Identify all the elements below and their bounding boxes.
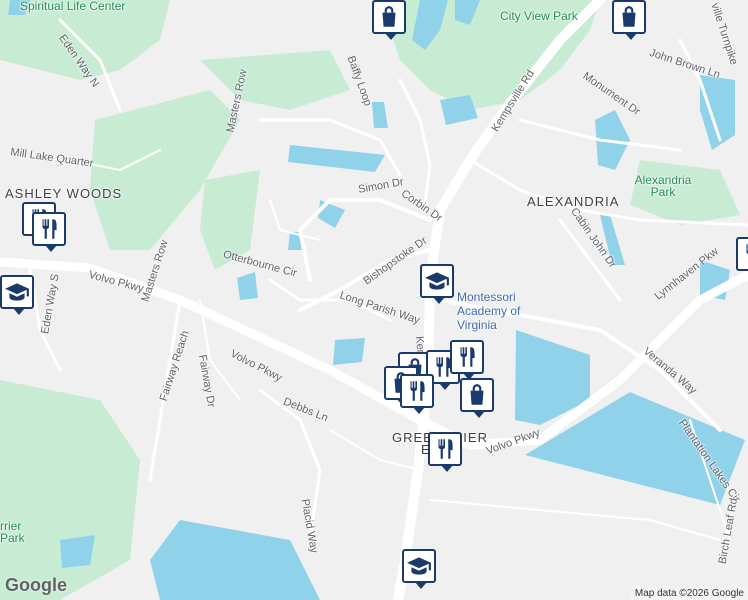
- shopping-bag-icon: [470, 384, 484, 405]
- google-logo[interactable]: Google: [5, 575, 67, 596]
- map-canvas[interactable]: ASHLEY WOODS ALEXANDRIA GREENBRIER EAST …: [0, 0, 748, 600]
- restaurant-marker[interactable]: [32, 212, 66, 252]
- area-label-ashley-woods: ASHLEY WOODS: [5, 186, 123, 201]
- poi-label-montessori[interactable]: Montessori Academy of Virginia: [457, 290, 553, 332]
- school-marker[interactable]: [402, 549, 436, 589]
- restaurant-marker[interactable]: [400, 374, 434, 414]
- area-label-alexandria: ALEXANDRIA: [527, 194, 620, 209]
- shopping-marker[interactable]: [372, 0, 406, 40]
- restaurant-icon: [410, 381, 425, 401]
- shopping-bag-icon: [622, 6, 636, 27]
- park-label-spiritual-life-center[interactable]: Spiritual Life Center: [20, 0, 125, 12]
- restaurant-icon: [746, 244, 748, 254]
- school-icon: [5, 283, 29, 301]
- park-label-terrier[interactable]: rrier Park: [0, 520, 26, 544]
- map-attribution[interactable]: Map data ©2026 Google: [630, 587, 748, 600]
- shopping-bag-icon: [382, 6, 396, 27]
- school-icon: [407, 557, 431, 575]
- park-label-city-view[interactable]: City View Park: [500, 10, 578, 22]
- restaurant-icon: [460, 347, 475, 367]
- restaurant-marker[interactable]: [736, 237, 748, 271]
- school-marker[interactable]: [0, 275, 34, 315]
- park-label-alexandria[interactable]: Alexandria Park: [628, 174, 698, 198]
- restaurant-icon: [438, 439, 453, 459]
- school-icon: [425, 272, 449, 290]
- restaurant-marker[interactable]: [450, 340, 484, 380]
- school-marker[interactable]: [420, 264, 454, 304]
- shopping-marker[interactable]: [612, 0, 646, 40]
- shopping-marker[interactable]: [460, 378, 494, 418]
- restaurant-marker[interactable]: [428, 432, 462, 472]
- restaurant-icon: [42, 219, 57, 239]
